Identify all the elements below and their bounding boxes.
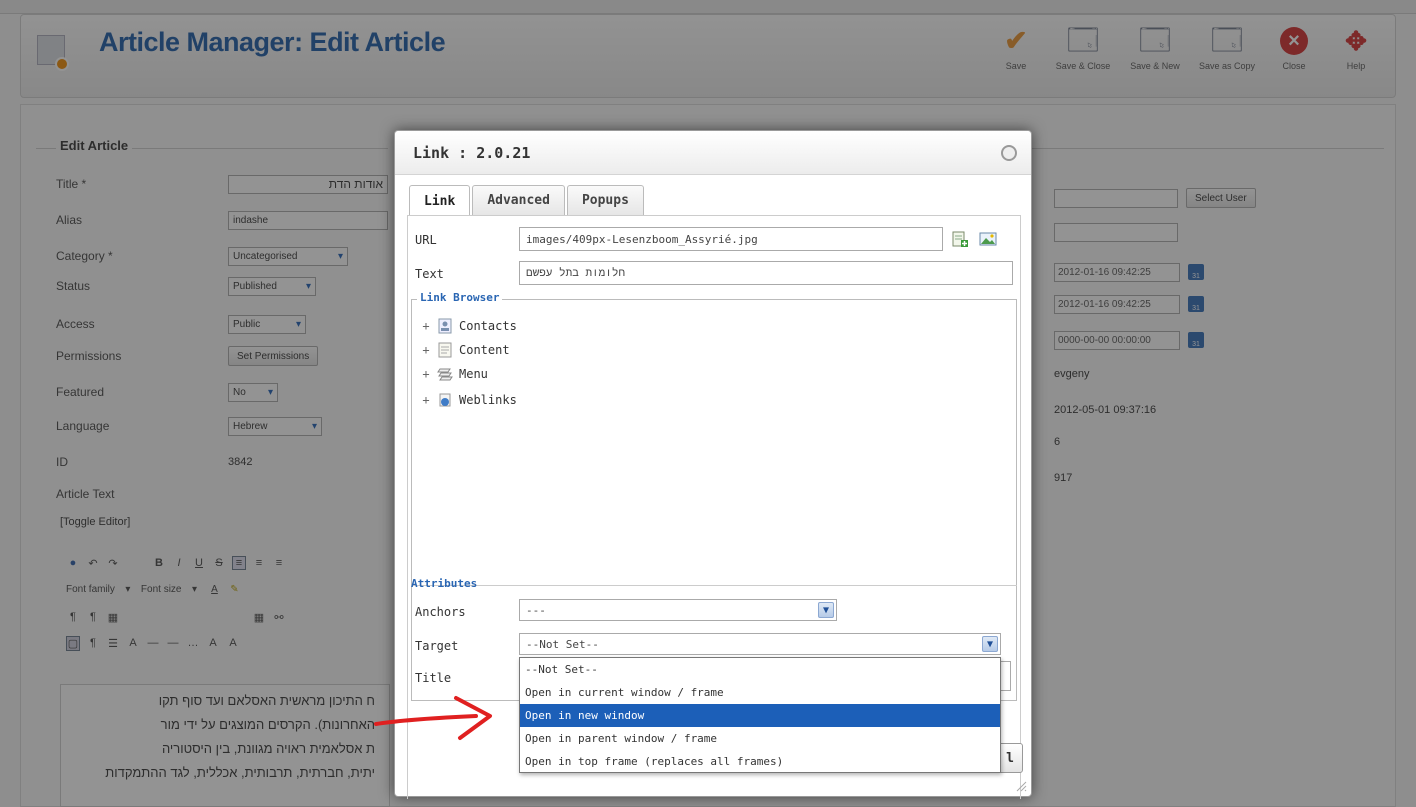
weblinks-icon bbox=[439, 393, 451, 407]
tab-link[interactable]: Link bbox=[409, 185, 471, 216]
browse-file-icon[interactable] bbox=[951, 230, 969, 248]
target-option-not-set[interactable]: --Not Set-- bbox=[520, 658, 1000, 681]
text-input-value: חלומות בתל עפשם bbox=[526, 266, 626, 279]
expand-icon[interactable]: + bbox=[421, 367, 431, 381]
tree-label-weblinks: Weblinks bbox=[459, 393, 517, 407]
content-icon bbox=[438, 342, 452, 358]
tab-advanced[interactable]: Advanced bbox=[472, 185, 565, 215]
target-option-parent-window[interactable]: Open in parent window / frame bbox=[520, 727, 1000, 750]
contacts-icon bbox=[438, 318, 452, 334]
image-browse-icon[interactable] bbox=[979, 230, 997, 248]
red-arrow-annotation bbox=[374, 696, 492, 740]
tree-label-menu: Menu bbox=[459, 367, 488, 381]
target-value: --Not Set-- bbox=[526, 637, 599, 651]
chevron-down-icon: ▼ bbox=[982, 636, 998, 652]
tab-popups[interactable]: Popups bbox=[566, 185, 644, 215]
dialog-close-icon[interactable] bbox=[1001, 145, 1017, 161]
dialog-header: Link : 2.0.21 bbox=[395, 131, 1031, 175]
attributes-divider bbox=[411, 585, 1017, 586]
target-option-new-window[interactable]: Open in new window bbox=[520, 704, 1000, 727]
url-input[interactable]: images/409px-Lesenzboom_Assyrié.jpg bbox=[519, 227, 943, 251]
link-browser-legend: Link Browser bbox=[417, 291, 503, 304]
target-option-top-frame[interactable]: Open in top frame (replaces all frames) bbox=[520, 750, 1000, 773]
tree-item-menu[interactable]: + Menu bbox=[421, 365, 488, 383]
target-select[interactable]: --Not Set-- ▼ bbox=[519, 633, 1001, 655]
target-dropdown-list: --Not Set-- Open in current window / fra… bbox=[519, 657, 1001, 773]
tree-item-weblinks[interactable]: + Weblinks bbox=[421, 391, 517, 409]
target-option-current-window[interactable]: Open in current window / frame bbox=[520, 681, 1000, 704]
insert-button-label: l bbox=[1006, 750, 1014, 766]
anchors-value: --- bbox=[526, 603, 546, 617]
dialog-title: Link : 2.0.21 bbox=[413, 144, 531, 162]
tree-label-content: Content bbox=[459, 343, 510, 357]
menu-icon bbox=[437, 368, 453, 381]
expand-icon[interactable]: + bbox=[421, 319, 431, 333]
expand-icon[interactable]: + bbox=[421, 343, 431, 357]
title-attr-label: Title bbox=[415, 671, 452, 685]
anchors-label: Anchors bbox=[415, 605, 466, 619]
anchors-select[interactable]: --- ▼ bbox=[519, 599, 837, 621]
tree-item-content[interactable]: + Content bbox=[421, 341, 510, 359]
text-input[interactable]: חלומות בתל עפשם bbox=[519, 261, 1013, 285]
attributes-legend: Attributes bbox=[411, 577, 478, 590]
url-label: URL bbox=[415, 233, 437, 247]
target-label: Target bbox=[415, 639, 459, 653]
dialog-tabs: Link Advanced Popups bbox=[409, 185, 646, 216]
text-label: Text bbox=[415, 267, 444, 281]
expand-icon[interactable]: + bbox=[421, 393, 431, 407]
chevron-down-icon: ▼ bbox=[818, 602, 834, 618]
tree-label-contacts: Contacts bbox=[459, 319, 517, 333]
resize-grip-icon[interactable] bbox=[1015, 780, 1027, 792]
tree-item-contacts[interactable]: + Contacts bbox=[421, 317, 517, 335]
